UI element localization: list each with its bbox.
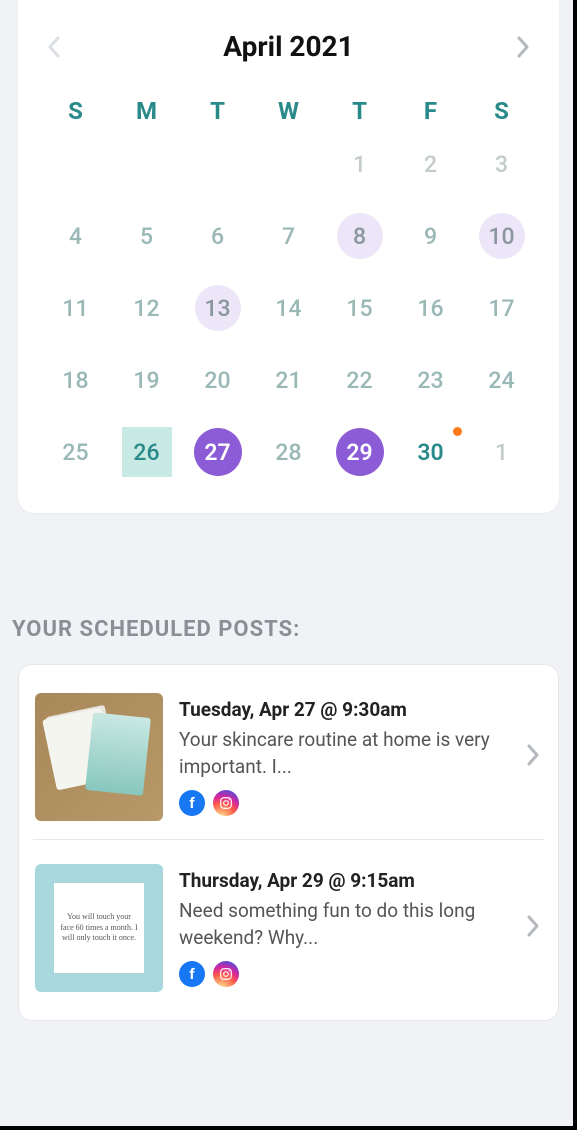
- weekday-label: W: [253, 97, 324, 125]
- calendar-day[interactable]: 9: [395, 211, 466, 261]
- post-thumbnail: [35, 693, 163, 821]
- calendar-day[interactable]: 8: [324, 211, 395, 261]
- calendar-day[interactable]: 16: [395, 283, 466, 333]
- weekday-label: M: [111, 97, 182, 125]
- calendar-day: [111, 139, 182, 189]
- calendar-day[interactable]: 26: [111, 427, 182, 477]
- post-date: Thursday, Apr 29 @ 9:15am: [179, 869, 508, 892]
- calendar-day[interactable]: 30: [395, 427, 466, 477]
- facebook-icon: f: [179, 790, 205, 816]
- prev-month-button[interactable]: [40, 33, 68, 61]
- post-preview-text: Your skincare routine at home is very im…: [179, 727, 508, 779]
- facebook-icon: f: [179, 961, 205, 987]
- post-preview-text: Need something fun to do this long weeke…: [179, 898, 508, 950]
- weekday-row: S M T W T F S: [40, 97, 537, 125]
- calendar-day[interactable]: 3: [466, 139, 537, 189]
- instagram-icon: [213, 790, 239, 816]
- calendar-day[interactable]: 19: [111, 355, 182, 405]
- post-thumbnail: You will touch your face 60 times a mont…: [35, 864, 163, 992]
- calendar-day[interactable]: 28: [253, 427, 324, 477]
- calendar-day[interactable]: 14: [253, 283, 324, 333]
- weekday-label: T: [182, 97, 253, 125]
- calendar-day[interactable]: 5: [111, 211, 182, 261]
- calendar-day[interactable]: 4: [40, 211, 111, 261]
- calendar-day[interactable]: 2: [395, 139, 466, 189]
- calendar-day[interactable]: 12: [111, 283, 182, 333]
- calendar-day[interactable]: 27: [182, 427, 253, 477]
- calendar-title: April 2021: [223, 30, 353, 63]
- scheduled-post[interactable]: You will touch your face 60 times a mont…: [33, 839, 544, 1004]
- calendar-card: April 2021 S M T W T F S 123456789101112…: [18, 0, 559, 513]
- calendar-day: [253, 139, 324, 189]
- calendar-header: April 2021: [40, 30, 537, 63]
- chevron-right-icon: [524, 911, 542, 946]
- instagram-icon: [213, 961, 239, 987]
- chevron-right-icon: [524, 740, 542, 775]
- screenshot-edge: [573, 0, 577, 1130]
- calendar-day[interactable]: 6: [182, 211, 253, 261]
- calendar-day[interactable]: 21: [253, 355, 324, 405]
- weekday-label: F: [395, 97, 466, 125]
- weekday-label: T: [324, 97, 395, 125]
- screenshot-edge: [0, 1126, 577, 1130]
- post-channels: f: [179, 790, 508, 816]
- calendar-day[interactable]: 15: [324, 283, 395, 333]
- calendar-day[interactable]: 10: [466, 211, 537, 261]
- weekday-label: S: [466, 97, 537, 125]
- calendar-day[interactable]: 25: [40, 427, 111, 477]
- calendar-day[interactable]: 24: [466, 355, 537, 405]
- post-body: Thursday, Apr 29 @ 9:15am Need something…: [179, 869, 508, 986]
- post-channels: f: [179, 961, 508, 987]
- calendar-day: [40, 139, 111, 189]
- quote-text: You will touch your face 60 times a mont…: [54, 883, 144, 973]
- scheduled-post[interactable]: Tuesday, Apr 27 @ 9:30am Your skincare r…: [33, 681, 544, 833]
- calendar-day[interactable]: 11: [40, 283, 111, 333]
- weekday-label: S: [40, 97, 111, 125]
- calendar-day[interactable]: 20: [182, 355, 253, 405]
- calendar-day[interactable]: 22: [324, 355, 395, 405]
- calendar-day[interactable]: 1: [466, 427, 537, 477]
- calendar-day[interactable]: 29: [324, 427, 395, 477]
- calendar-day: [182, 139, 253, 189]
- calendar-grid: 1234567891011121314151617181920212223242…: [40, 139, 537, 477]
- calendar-day[interactable]: 23: [395, 355, 466, 405]
- post-date: Tuesday, Apr 27 @ 9:30am: [179, 698, 508, 721]
- calendar-day[interactable]: 18: [40, 355, 111, 405]
- calendar-day[interactable]: 17: [466, 283, 537, 333]
- scheduled-posts-card: Tuesday, Apr 27 @ 9:30am Your skincare r…: [18, 664, 559, 1021]
- post-body: Tuesday, Apr 27 @ 9:30am Your skincare r…: [179, 698, 508, 815]
- calendar-day[interactable]: 13: [182, 283, 253, 333]
- section-title: YOUR SCHEDULED POSTS:: [12, 617, 565, 642]
- calendar-day[interactable]: 1: [324, 139, 395, 189]
- calendar-day[interactable]: 7: [253, 211, 324, 261]
- next-month-button[interactable]: [509, 33, 537, 61]
